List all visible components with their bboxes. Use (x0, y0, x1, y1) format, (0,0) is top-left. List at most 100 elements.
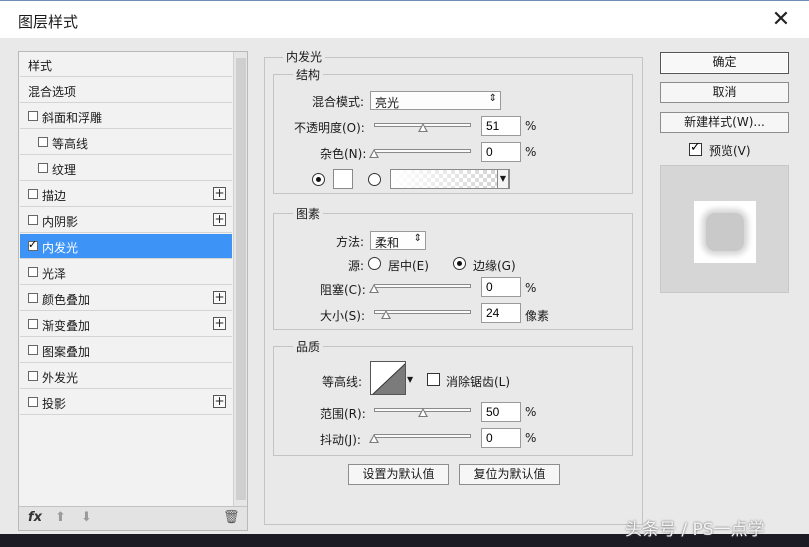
watermark: 头条号 / PS一点学 (625, 520, 765, 540)
style-list-item[interactable]: 内发光 (20, 234, 232, 259)
panel-title: 内发光 (283, 48, 326, 65)
noise-input[interactable] (481, 142, 521, 162)
size-input[interactable] (481, 303, 521, 323)
source-center-radio[interactable] (368, 257, 381, 270)
noise-unit: % (525, 145, 537, 159)
preview-checkbox[interactable] (689, 140, 702, 156)
choke-input[interactable] (481, 277, 521, 297)
opacity-unit: % (525, 119, 537, 133)
structure-legend: 结构 (293, 66, 324, 83)
range-slider-thumb[interactable] (417, 408, 428, 417)
contour-curve-icon (372, 363, 405, 394)
style-list-item[interactable]: 纹理 (20, 156, 232, 181)
range-unit: % (525, 405, 537, 419)
style-item-checkbox[interactable] (28, 371, 38, 381)
source-edge-label: 边缘(G) (473, 259, 516, 273)
scrollbar[interactable] (233, 52, 247, 506)
scrollbar-thumb[interactable] (236, 58, 246, 500)
select-arrow-icon: ⇕ (488, 93, 497, 104)
blend-mode-select[interactable]: 亮光 ⇕ (370, 91, 501, 110)
choke-label: 阻塞(C): (320, 283, 366, 297)
jitter-label: 抖动(J): (320, 433, 361, 447)
style-list-item[interactable]: 内阴影 + (20, 208, 232, 233)
style-list-item[interactable]: 光泽 (20, 260, 232, 285)
move-down-icon[interactable]: ⬇ (81, 510, 92, 525)
size-slider-thumb[interactable] (380, 310, 391, 319)
style-list-item[interactable]: 渐变叠加 + (20, 312, 232, 337)
glow-color-swatch[interactable] (333, 169, 353, 189)
style-item-label: 内发光 (42, 241, 79, 255)
solid-color-radio[interactable] (312, 173, 325, 186)
make-default-button[interactable]: 设置为默认值 (348, 464, 449, 485)
style-item-checkbox[interactable] (28, 215, 38, 225)
contour-dropdown-icon[interactable]: ▼ (407, 375, 413, 384)
jitter-slider-thumb[interactable] (369, 434, 379, 443)
style-list-item[interactable]: 混合选项 (20, 78, 232, 103)
size-unit: 像素 (525, 309, 550, 323)
antialias-checkbox[interactable] (427, 373, 440, 386)
method-select[interactable]: 柔和 ⇕ (370, 231, 426, 250)
choke-unit: % (525, 281, 537, 295)
jitter-slider-track[interactable] (374, 434, 471, 438)
style-item-checkbox[interactable] (28, 111, 38, 121)
opacity-slider-thumb[interactable] (418, 123, 429, 132)
style-item-checkbox[interactable] (28, 189, 38, 199)
source-label: 源: (348, 259, 365, 273)
gradient-dropdown-icon[interactable]: ▼ (497, 169, 509, 189)
style-item-label: 颜色叠加 (42, 293, 91, 307)
style-item-checkbox[interactable] (28, 238, 38, 251)
trash-icon[interactable]: 🗑 (223, 510, 240, 525)
style-item-checkbox[interactable] (28, 293, 38, 303)
source-edge-radio[interactable] (453, 257, 466, 270)
jitter-input[interactable] (481, 428, 521, 448)
ok-button[interactable]: 确定 (660, 52, 789, 74)
style-item-checkbox[interactable] (28, 267, 38, 277)
move-up-icon[interactable]: ⬆ (55, 510, 66, 525)
opacity-input[interactable] (481, 116, 521, 136)
style-item-checkbox[interactable] (28, 319, 38, 329)
window-title: 图层样式 (18, 13, 79, 31)
range-input[interactable] (481, 402, 521, 422)
antialias-label: 消除锯齿(L) (446, 375, 511, 389)
add-effect-icon[interactable]: + (213, 395, 226, 408)
source-center-label: 居中(E) (388, 259, 429, 273)
gradient-picker[interactable] (390, 169, 510, 189)
style-list-item[interactable]: 样式 (20, 52, 232, 77)
range-label: 范围(R): (320, 407, 366, 421)
add-effect-icon[interactable]: + (213, 187, 226, 200)
style-list-toolbar: fx ⬆ ⬇ 🗑 (19, 506, 247, 530)
style-list-item[interactable]: 外发光 (20, 364, 232, 389)
style-list-item[interactable]: 颜色叠加 + (20, 286, 232, 311)
style-list-item[interactable]: 图案叠加 (20, 338, 232, 363)
style-item-label: 投影 (42, 397, 67, 411)
noise-label: 杂色(N): (320, 147, 367, 161)
style-list-item[interactable]: 等高线 (20, 130, 232, 155)
close-icon[interactable]: ✕ (766, 5, 796, 35)
contour-picker[interactable] (370, 361, 406, 395)
style-list-item[interactable]: 描边 + (20, 182, 232, 207)
choke-slider-thumb[interactable] (369, 284, 379, 293)
style-item-label: 纹理 (52, 163, 77, 177)
style-item-checkbox[interactable] (38, 163, 48, 173)
new-style-button[interactable]: 新建样式(W)... (660, 112, 789, 133)
style-item-label: 光泽 (42, 267, 67, 281)
fx-icon[interactable]: fx (28, 510, 42, 525)
style-item-checkbox[interactable] (28, 397, 38, 407)
add-effect-icon[interactable]: + (213, 291, 226, 304)
contour-label: 等高线: (322, 375, 363, 389)
reset-default-button[interactable]: 复位为默认值 (459, 464, 560, 485)
preview-glow-shape (706, 213, 744, 251)
add-effect-icon[interactable]: + (213, 317, 226, 330)
method-label: 方法: (336, 235, 365, 249)
gradient-radio[interactable] (368, 173, 381, 186)
style-item-checkbox[interactable] (28, 345, 38, 355)
style-list-item[interactable]: 斜面和浮雕 (20, 104, 232, 129)
cancel-button[interactable]: 取消 (660, 82, 789, 103)
style-list-item[interactable]: 投影 + (20, 390, 232, 415)
noise-slider-track[interactable] (374, 149, 471, 153)
method-value: 柔和 (375, 236, 400, 250)
style-item-checkbox[interactable] (38, 137, 48, 147)
add-effect-icon[interactable]: + (213, 213, 226, 226)
noise-slider-thumb[interactable] (369, 149, 379, 158)
choke-slider-track[interactable] (374, 284, 471, 288)
